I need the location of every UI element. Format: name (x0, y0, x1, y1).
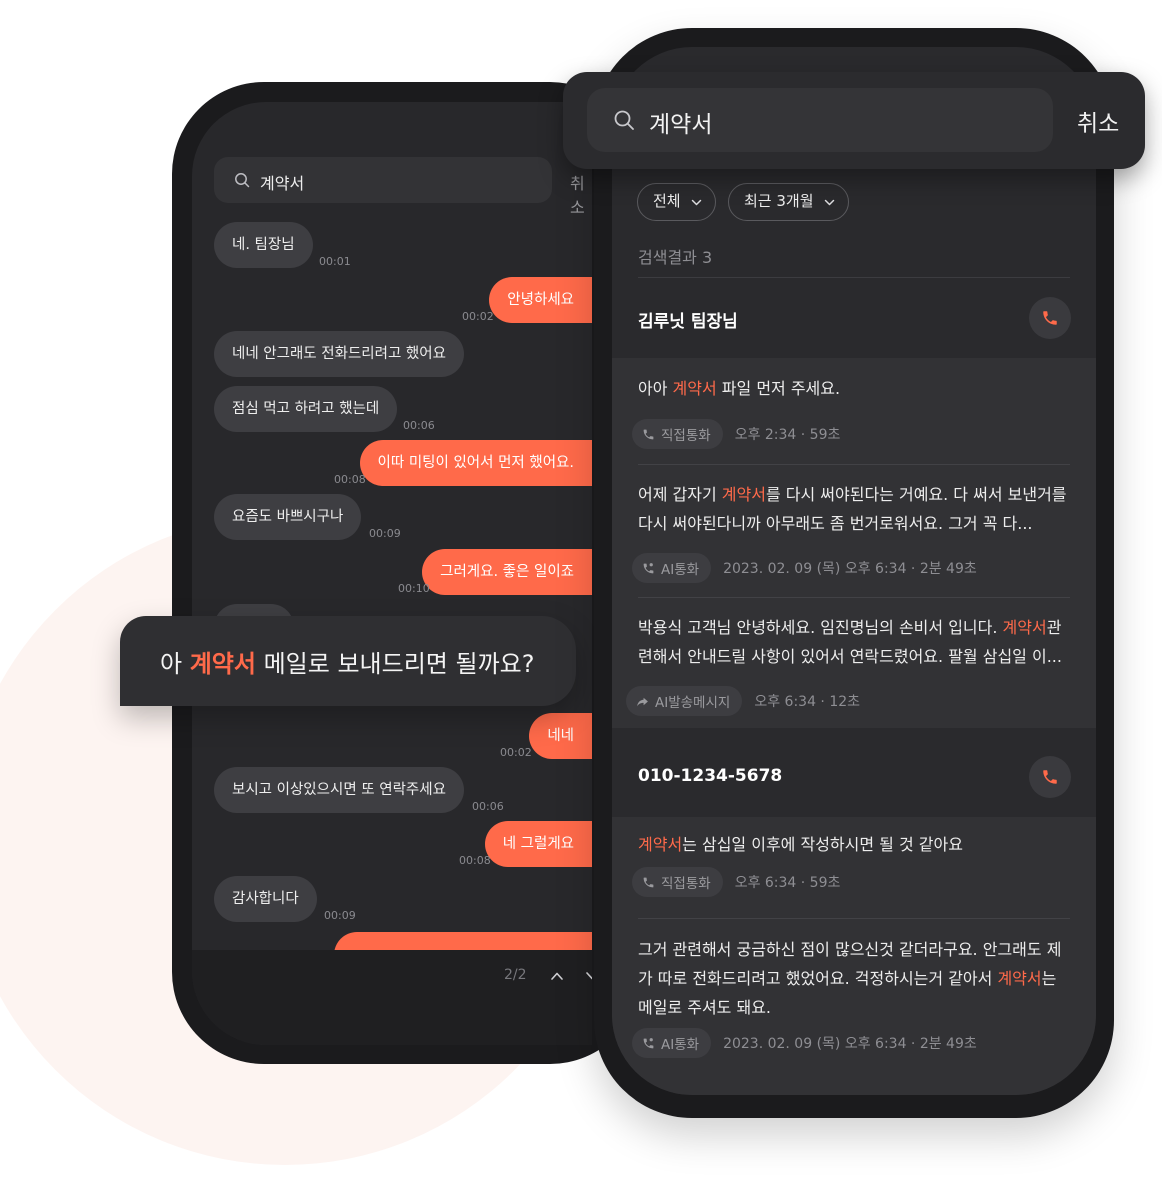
chat-search-cancel-button[interactable]: 취소 (570, 170, 592, 218)
call-type-tag: AI발송메시지 (626, 686, 743, 716)
direct-call-icon (643, 877, 654, 887)
search-icon (235, 173, 250, 188)
result-snippet[interactable]: 박용식 고객님 안녕하세요. 임진명님의 손비서 입니다. 계약서관련해서 안내… (638, 613, 1072, 671)
filter-scope-label: 전체 (653, 192, 681, 210)
floating-search-bar: 계약서 취소 (563, 72, 1145, 169)
result-time-duration: 2023. 02. 09 (목) 오후 6:34 · 2분 49초 (723, 561, 977, 577)
result-time-duration: 오후 6:34 · 12초 (754, 694, 861, 710)
phone-icon (1043, 311, 1057, 325)
message-time: 00:02 (500, 746, 532, 759)
message-time: 00:10 (398, 582, 430, 595)
divider (638, 464, 1070, 465)
call-type-tag: AI통화 (632, 1028, 712, 1058)
highlighted-message-callout: 아 계약서 메일로 보내드리면 될까요? (120, 616, 576, 706)
result-group-header[interactable]: 010-1234-5678 (612, 737, 1096, 817)
filter-scope-dropdown[interactable]: 전체 (637, 183, 716, 221)
message-incoming: 점심 먹고 하려고 했는데 (214, 386, 398, 432)
message-outgoing: 네네 (529, 713, 592, 759)
message-outgoing: 그러게요. 좋은 일이죠 (422, 549, 592, 595)
search-results-screen: 전체 최근 3개월 검색결과 3 김루닛 팀장님 아아 계약서 파일 먼저 주세… (612, 47, 1096, 1095)
message-incoming: 보시고 이상있으시면 또 연락주세요 (214, 767, 464, 813)
divider (638, 918, 1070, 919)
chevron-down-icon (824, 199, 834, 206)
call-type-tag: 직접통화 (632, 419, 723, 449)
result-snippet[interactable]: 계약서는 삼십일 이후에 작성하시면 될 것 같아요 (638, 830, 1072, 859)
result-meta: AI통화 2023. 02. 09 (목) 오후 6:34 · 2분 49초 (632, 553, 977, 583)
call-type-tag: 직접통화 (632, 867, 723, 897)
chevron-down-icon (691, 199, 701, 206)
result-meta: 직접통화 오후 6:34 · 59초 (632, 867, 840, 897)
direct-call-icon (643, 429, 654, 439)
message-time: 00:06 (403, 419, 435, 432)
search-icon (614, 110, 634, 130)
callout-highlight: 계약서 (189, 650, 256, 678)
result-group-body: 아아 계약서 파일 먼저 주세요. 직접통화 오후 2:34 · 59초 어제 … (612, 358, 1096, 728)
message-time: 00:09 (369, 527, 401, 540)
contact-name: 010-1234-5678 (638, 766, 783, 786)
ai-call-icon (643, 562, 654, 573)
result-time-duration: 오후 6:34 · 59초 (734, 875, 841, 891)
message-time: 00:06 (472, 800, 504, 813)
chat-search-navigator: 2/2 (192, 950, 592, 1045)
share-arrow-icon (637, 697, 648, 706)
message-incoming: 감사합니다 (214, 876, 317, 922)
result-meta: AI발송메시지 오후 6:34 · 12초 (626, 686, 860, 716)
chevron-down-icon[interactable] (585, 969, 592, 983)
divider (638, 597, 1070, 598)
message-incoming: 요즘도 바쁘시구나 (214, 494, 362, 540)
message-time: 00:09 (324, 909, 356, 922)
chat-screen: 계약서 취소 네. 팀장님 00:01 안녕하세요 00:02 네네 안그래도 … (192, 102, 592, 1045)
result-time-duration: 오후 2:34 · 59초 (734, 427, 841, 443)
result-snippet[interactable]: 그거 관련해서 궁금하신 점이 많으신것 같더라구요. 안그래도 제가 따로 전… (638, 935, 1072, 1022)
phone-icon (1043, 770, 1057, 784)
filter-period-dropdown[interactable]: 최근 3개월 (728, 183, 849, 221)
result-meta: 직접통화 오후 2:34 · 59초 (632, 419, 840, 449)
message-incoming: 네네 안그래도 전화드리려고 했어요 (214, 331, 464, 377)
callout-text: 아 계약서 메일로 보내드리면 될까요? (160, 650, 535, 678)
call-button[interactable] (1029, 756, 1071, 798)
result-count: 검색결과 3 (638, 248, 713, 267)
search-input[interactable]: 계약서 (587, 88, 1053, 152)
contact-name: 김루닛 팀장님 (638, 312, 738, 332)
result-group-body: 계약서는 삼십일 이후에 작성하시면 될 것 같아요 직접통화 오후 6:34 … (612, 817, 1096, 1095)
chat-search-input[interactable]: 계약서 (214, 157, 552, 203)
message-outgoing: 이따 미팅이 있어서 먼저 했어요. (359, 440, 592, 486)
message-time: 00:01 (319, 255, 351, 268)
result-meta: AI통화 2023. 02. 09 (목) 오후 6:34 · 2분 49초 (632, 1028, 977, 1058)
call-type-tag: AI통화 (632, 553, 712, 583)
search-page-indicator: 2/2 (504, 967, 527, 983)
search-cancel-button[interactable]: 취소 (1077, 104, 1119, 138)
result-group-header[interactable]: 김루닛 팀장님 (612, 278, 1096, 358)
result-snippet[interactable]: 어제 갑자기 계약서를 다시 써야된다는 거예요. 다 써서 보낸거를 다시 써… (638, 480, 1072, 538)
message-time: 00:02 (462, 310, 494, 323)
message-time: 00:08 (334, 473, 366, 486)
filter-period-label: 최근 3개월 (744, 192, 814, 210)
ai-call-icon (643, 1037, 654, 1048)
search-query: 계약서 (649, 112, 713, 138)
message-incoming: 네. 팀장님 (214, 222, 313, 268)
chat-search-query: 계약서 (260, 174, 305, 193)
message-time: 00:08 (459, 854, 491, 867)
message-outgoing: 안녕하세요 (489, 277, 592, 323)
chevron-up-icon[interactable] (550, 969, 564, 983)
message-outgoing: 네 그럴게요 (484, 821, 592, 867)
call-button[interactable] (1029, 297, 1071, 339)
result-time-duration: 2023. 02. 09 (목) 오후 6:34 · 2분 49초 (723, 1036, 977, 1052)
result-snippet[interactable]: 아아 계약서 파일 먼저 주세요. (638, 374, 1072, 403)
